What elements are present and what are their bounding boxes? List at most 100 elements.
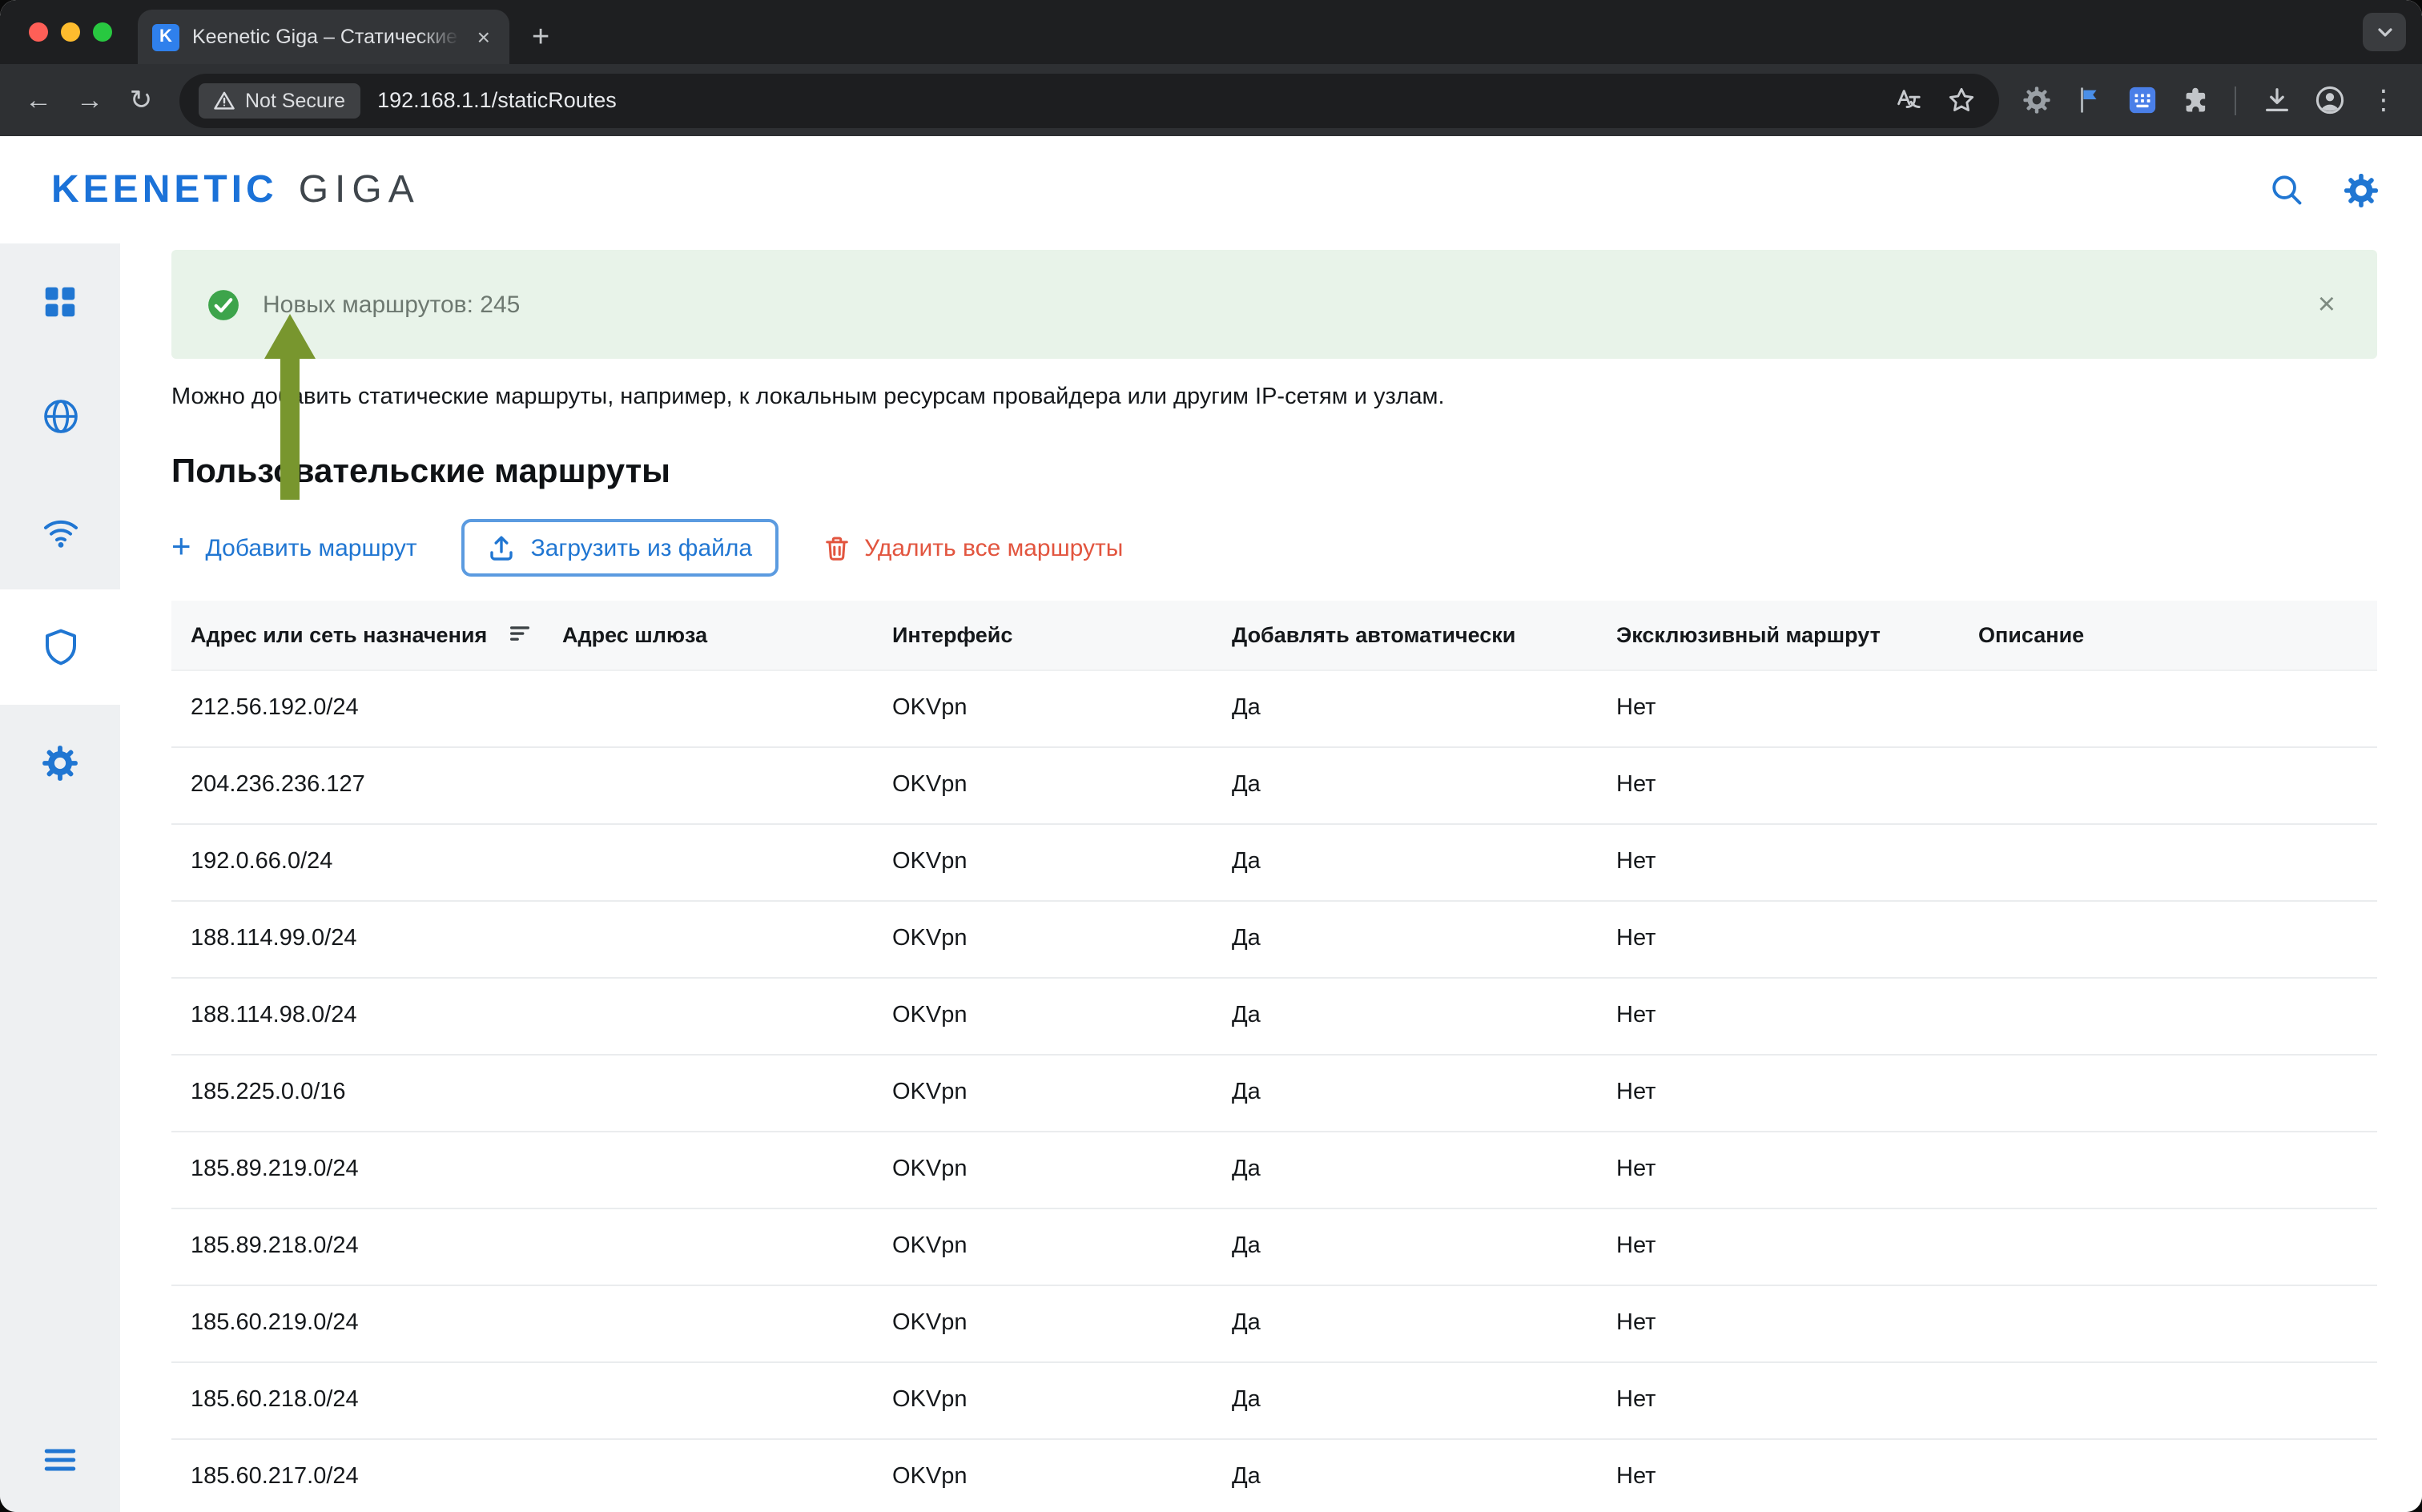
globe-icon — [39, 396, 81, 437]
sidebar-item-dashboard[interactable] — [0, 243, 120, 359]
app-header: KEENETIC GIGA — [0, 136, 2422, 243]
toolbar-divider — [2235, 86, 2236, 115]
route-gateway — [543, 746, 873, 823]
browser-tab-active[interactable]: K Keenetic Giga – Статические × — [138, 10, 509, 64]
trash-icon — [823, 534, 850, 561]
delete-all-routes-button[interactable]: Удалить все маршруты — [823, 534, 1123, 561]
browser-menu-button[interactable]: ⋮ — [2358, 74, 2409, 126]
extension-keyboard-icon[interactable] — [2118, 76, 2166, 124]
table-row[interactable]: 204.236.236.127 OKVpn Да Нет — [171, 746, 2377, 823]
table-row[interactable]: 185.89.218.0/24 OKVpn Да Нет — [171, 1208, 2377, 1285]
sidebar-spacer — [0, 820, 120, 1406]
search-button[interactable] — [2268, 171, 2305, 208]
table-row[interactable]: 188.114.99.0/24 OKVpn Да Нет — [171, 900, 2377, 977]
gear-icon — [40, 742, 80, 782]
sort-icon[interactable] — [508, 622, 532, 646]
tab-favicon: K — [152, 23, 179, 50]
route-interface: OKVpn — [873, 746, 1213, 823]
table-row[interactable]: 185.60.217.0/24 OKVpn Да Нет — [171, 1438, 2377, 1512]
upload-from-file-label: Загрузить из файла — [531, 534, 753, 561]
column-header-destination[interactable]: Адрес или сеть назначения — [171, 601, 543, 670]
window-maximize-button[interactable] — [93, 22, 112, 42]
new-tab-button[interactable]: + — [532, 22, 549, 53]
add-route-button[interactable]: + Добавить маршрут — [171, 533, 417, 563]
route-interface: OKVpn — [873, 977, 1213, 1054]
table-row[interactable]: 192.0.66.0/24 OKVpn Да Нет — [171, 823, 2377, 900]
route-description — [1959, 1131, 2377, 1208]
window-minimize-button[interactable] — [61, 22, 80, 42]
routes-table-head: Адрес или сеть назначения Адрес шлюза Ин… — [171, 601, 2377, 670]
forward-button[interactable]: → — [64, 74, 115, 126]
table-row[interactable]: 185.89.219.0/24 OKVpn Да Нет — [171, 1131, 2377, 1208]
bookmark-star-icon[interactable] — [1946, 85, 1977, 115]
sidebar-menu-toggle[interactable] — [0, 1406, 120, 1512]
page-title: Пользовательские маршруты — [171, 452, 2377, 492]
route-auto-add: Да — [1213, 1438, 1597, 1512]
window-controls — [0, 0, 138, 64]
delete-all-routes-label: Удалить все маршруты — [864, 534, 1123, 561]
table-row[interactable]: 212.56.192.0/24 OKVpn Да Нет — [171, 670, 2377, 746]
route-description — [1959, 746, 2377, 823]
back-button[interactable]: ← — [13, 74, 64, 126]
tab-search-button[interactable] — [2363, 13, 2406, 51]
address-bar[interactable]: Not Secure 192.168.1.1/staticRoutes — [179, 73, 1999, 127]
dashboard-icon — [40, 281, 80, 321]
route-gateway — [543, 1208, 873, 1285]
route-exclusive: Нет — [1597, 900, 1959, 977]
upload-icon — [488, 533, 517, 562]
extension-flag-icon[interactable] — [2065, 76, 2113, 124]
route-description — [1959, 1208, 2377, 1285]
gear-icon — [2342, 171, 2380, 209]
route-description — [1959, 1054, 2377, 1131]
table-row[interactable]: 185.60.219.0/24 OKVpn Да Нет — [171, 1285, 2377, 1361]
plus-icon: + — [171, 529, 191, 563]
settings-button[interactable] — [2342, 171, 2380, 209]
route-auto-add: Да — [1213, 1361, 1597, 1438]
gear-icon — [2021, 85, 2051, 115]
site-security-chip[interactable]: Not Secure — [199, 82, 360, 118]
sidebar-item-internet[interactable] — [0, 359, 120, 474]
route-interface: OKVpn — [873, 1054, 1213, 1131]
route-auto-add: Да — [1213, 1054, 1597, 1131]
window-close-button[interactable] — [29, 22, 48, 42]
puzzle-icon — [2179, 85, 2210, 115]
search-icon — [2268, 171, 2305, 208]
route-exclusive: Нет — [1597, 1131, 1959, 1208]
route-interface: OKVpn — [873, 1131, 1213, 1208]
sidebar-item-security[interactable] — [0, 589, 120, 705]
table-row[interactable]: 185.225.0.0/16 OKVpn Да Нет — [171, 1054, 2377, 1131]
route-exclusive: Нет — [1597, 1054, 1959, 1131]
route-exclusive: Нет — [1597, 746, 1959, 823]
column-header-interface: Интерфейс — [873, 601, 1213, 670]
translate-icon[interactable] — [1892, 85, 1922, 115]
security-label: Not Secure — [245, 89, 345, 111]
table-row[interactable]: 188.114.98.0/24 OKVpn Да Нет — [171, 977, 2377, 1054]
hamburger-icon — [40, 1439, 80, 1479]
avatar-icon — [2314, 85, 2344, 115]
tab-close-icon[interactable]: × — [473, 22, 495, 51]
tab-title: Keenetic Giga – Статические — [192, 26, 460, 48]
route-description — [1959, 670, 2377, 746]
toolbar-right: ⋮ — [2012, 74, 2409, 126]
upload-from-file-button[interactable]: Загрузить из файла — [462, 519, 778, 577]
profile-button[interactable] — [2305, 76, 2353, 124]
sidebar-item-wifi[interactable] — [0, 474, 120, 589]
extension-gear-icon[interactable] — [2012, 76, 2060, 124]
route-auto-add: Да — [1213, 670, 1597, 746]
reload-button[interactable]: ↻ — [115, 74, 167, 126]
route-gateway — [543, 823, 873, 900]
browser-window: K Keenetic Giga – Статические × + ← → ↻ … — [0, 0, 2422, 1512]
extensions-menu-button[interactable] — [2171, 76, 2219, 124]
route-address: 185.60.219.0/24 — [171, 1285, 543, 1361]
table-header-row: Адрес или сеть назначения Адрес шлюза Ин… — [171, 601, 2377, 670]
table-row[interactable]: 185.60.218.0/24 OKVpn Да Нет — [171, 1361, 2377, 1438]
column-header-description: Описание — [1959, 601, 2377, 670]
sidebar-item-management[interactable] — [0, 705, 120, 820]
route-auto-add: Да — [1213, 900, 1597, 977]
column-header-auto-add: Добавлять автоматически — [1213, 601, 1597, 670]
banner-close-button[interactable]: × — [2311, 283, 2342, 326]
content-area: Новых маршрутов: 245 × Можно добавить ст… — [120, 243, 2422, 1512]
route-description — [1959, 900, 2377, 977]
downloads-button[interactable] — [2252, 76, 2300, 124]
route-auto-add: Да — [1213, 746, 1597, 823]
